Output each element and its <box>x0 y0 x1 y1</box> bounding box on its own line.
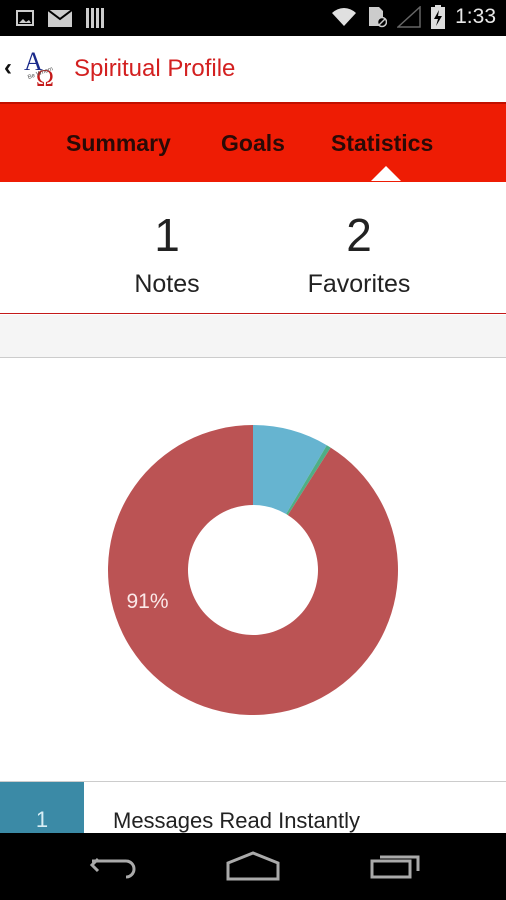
favorites-counter[interactable]: 2 Favorites <box>279 212 439 299</box>
active-tab-indicator <box>371 166 401 181</box>
home-icon[interactable] <box>226 851 280 881</box>
favorites-count: 2 <box>346 209 372 261</box>
donut-slice-label: 91% <box>126 590 168 613</box>
tab-summary[interactable]: Summary <box>66 130 171 157</box>
back-icon[interactable] <box>88 851 138 881</box>
app-bar: ‹ A Ω Be Whom Spiritual Profile <box>0 36 506 102</box>
battery-charging-icon <box>431 5 446 29</box>
image-icon <box>16 10 34 26</box>
stat-count: 1 <box>0 782 84 834</box>
section-divider <box>0 315 506 358</box>
stat-label: Messages Read Instantly <box>113 808 361 833</box>
notes-label: Notes <box>134 270 200 298</box>
tab-statistics[interactable]: Statistics <box>331 130 433 157</box>
donut-chart-container: 91% <box>0 359 506 780</box>
donut-chart: 91% <box>108 425 399 715</box>
counters: 1 Notes 2 Favorites <box>0 182 506 314</box>
notes-counter[interactable]: 1 Notes <box>87 212 247 299</box>
page-title: Spiritual Profile <box>74 55 236 82</box>
mail-icon <box>48 9 72 27</box>
favorites-label: Favorites <box>307 270 411 298</box>
app-logo[interactable]: A Ω Be Whom <box>22 46 68 92</box>
stats-list-item[interactable]: 1 Messages Read Instantly <box>0 781 506 834</box>
tab-goals[interactable]: Goals <box>221 130 285 157</box>
wifi-icon <box>332 8 357 26</box>
navigation-bar <box>0 833 506 900</box>
tab-bar: Summary Goals Statistics <box>0 102 506 182</box>
back-button[interactable]: ‹ <box>4 54 12 82</box>
recents-icon[interactable] <box>370 851 420 881</box>
barcode-icon <box>86 8 104 28</box>
clock: 1:33 <box>455 5 496 28</box>
signal-icon <box>397 6 421 28</box>
status-bar: 1:33 <box>0 0 506 36</box>
notes-count: 1 <box>154 209 180 261</box>
sim-icon <box>369 7 388 28</box>
